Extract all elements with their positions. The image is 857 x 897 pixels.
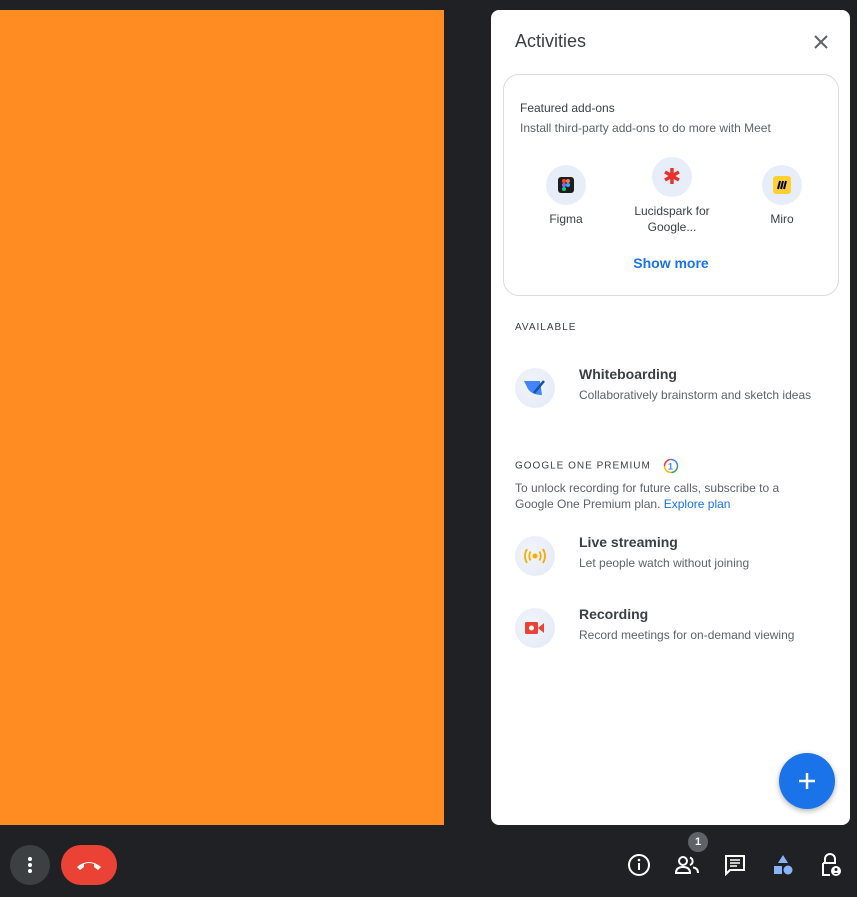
addon-figma[interactable]: Figma	[511, 165, 621, 227]
host-controls-button[interactable]	[816, 850, 846, 880]
video-tile	[0, 10, 444, 825]
meeting-details-button[interactable]	[624, 850, 654, 880]
addon-lucidspark[interactable]: ✱ Lucidspark for Google...	[617, 157, 727, 235]
miro-icon	[762, 165, 802, 205]
featured-subtitle: Install third-party add-ons to do more w…	[520, 121, 771, 135]
add-activity-button[interactable]	[779, 753, 835, 809]
activity-title: Recording	[579, 606, 649, 622]
premium-description: To unlock recording for future calls, su…	[515, 480, 795, 512]
lock-person-icon	[822, 853, 841, 876]
activity-desc: Let people watch without joining	[579, 556, 750, 570]
available-label: AVAILABLE	[515, 322, 577, 333]
recording-icon	[515, 608, 555, 648]
activities-panel: Activities Featured add-ons Install thir…	[491, 10, 850, 825]
addon-label: Lucidspark for Google...	[634, 204, 710, 234]
premium-text: To unlock recording for future calls, su…	[515, 481, 780, 511]
addon-label: Figma	[549, 212, 583, 226]
featured-addons-card: Featured add-ons Install third-party add…	[503, 74, 839, 296]
more-options-button[interactable]	[10, 845, 50, 885]
close-icon	[814, 35, 828, 49]
whiteboard-icon	[515, 368, 555, 408]
panel-title: Activities	[515, 31, 587, 51]
hangup-icon	[77, 862, 101, 870]
activity-desc: Collaboratively brainstorm and sketch id…	[579, 388, 812, 402]
addon-miro[interactable]: Miro	[727, 165, 837, 227]
activities-icon	[774, 855, 793, 875]
close-button[interactable]	[809, 30, 833, 54]
activity-title: Whiteboarding	[579, 366, 677, 382]
activity-live-streaming[interactable]: Live streaming Let people watch without …	[515, 532, 835, 580]
premium-label: GOOGLE ONE PREMIUM 1	[515, 458, 679, 474]
lucidspark-icon: ✱	[652, 157, 692, 197]
leave-call-button[interactable]	[61, 845, 117, 885]
people-icon	[674, 856, 699, 874]
activity-recording[interactable]: Recording Record meetings for on-demand …	[515, 604, 835, 652]
activity-whiteboarding[interactable]: Whiteboarding Collaboratively brainstorm…	[515, 364, 835, 412]
show-more-link[interactable]: Show more	[504, 255, 838, 271]
activity-desc: Record meetings for on-demand viewing	[579, 628, 795, 642]
participants-count-badge: 1	[688, 832, 708, 852]
premium-label-text: GOOGLE ONE PREMIUM	[515, 460, 651, 472]
activities-button[interactable]	[768, 850, 798, 880]
explore-plan-link[interactable]: Explore plan	[664, 497, 731, 511]
plus-icon	[799, 773, 815, 789]
chat-icon	[725, 855, 745, 876]
svg-text:1: 1	[668, 462, 674, 472]
more-vert-icon	[28, 857, 32, 873]
featured-title: Featured add-ons	[520, 101, 615, 115]
people-button[interactable]	[672, 850, 702, 880]
google-one-icon: 1	[663, 458, 678, 474]
live-stream-icon	[515, 536, 555, 576]
chat-button[interactable]	[720, 850, 750, 880]
info-icon	[628, 854, 650, 876]
activity-title: Live streaming	[579, 534, 678, 550]
figma-icon	[546, 165, 586, 205]
addon-label: Miro	[770, 212, 794, 226]
